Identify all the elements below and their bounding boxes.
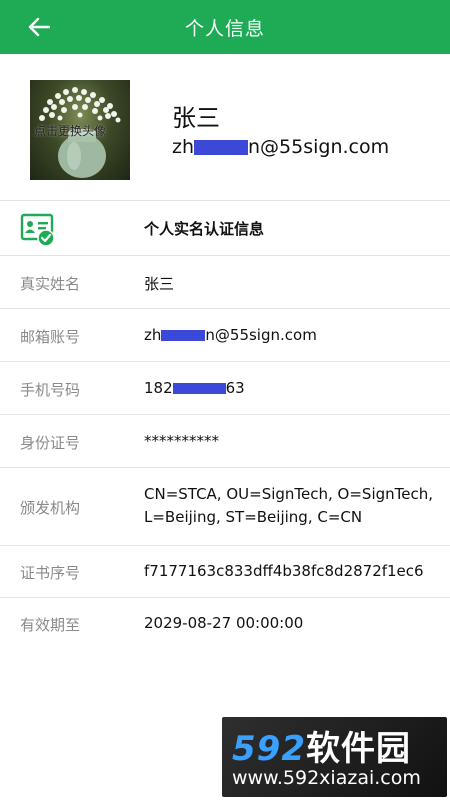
watermark-url: www.592xiazai.com <box>232 767 421 789</box>
redaction-bar <box>172 382 226 395</box>
serial-value: f7177163c833dff4b38fc8d2872f1ec6 <box>144 562 424 580</box>
watermark-brand-text: 软件园 <box>305 729 411 769</box>
back-button[interactable] <box>22 11 56 43</box>
watermark-brand: 592软件园 <box>232 721 411 770</box>
row-id-number: 身份证号 ********** <box>0 415 450 468</box>
issuer-value: CN=STCA, OU=SignTech, O=SignTech, L=Beij… <box>144 485 433 526</box>
page-title: 个人信息 <box>184 17 265 40</box>
redaction-bar <box>161 329 206 342</box>
row-expiry: 有效期至 2029-08-27 00:00:00 <box>0 598 450 650</box>
site-watermark: 592软件园 www.592xiazai.com <box>222 717 447 797</box>
real-name-label: 真实姓名 <box>20 275 81 293</box>
phone-value: 182 63 <box>144 379 245 397</box>
row-email: 邮箱账号 zh n@55sign.com <box>0 309 450 362</box>
profile-email: zh n@55sign.com <box>172 136 389 158</box>
row-phone: 手机号码 182 63 <box>0 362 450 415</box>
avatar[interactable]: 点击更换头像 <box>30 80 130 180</box>
real-name-value: 张三 <box>144 275 175 293</box>
watermark-digits: 592 <box>232 729 306 769</box>
email-value-prefix: zh <box>144 326 162 344</box>
expiry-value: 2029-08-27 00:00:00 <box>144 614 304 632</box>
avatar-caption: 点击更换头像 <box>34 124 107 138</box>
certificate-check-icon <box>20 213 55 247</box>
phone-value-suffix: 63 <box>225 379 245 397</box>
row-real-name: 真实姓名 张三 <box>0 256 450 309</box>
row-issuer: 颁发机构 CN=STCA, OU=SignTech, O=SignTech, L… <box>0 468 450 546</box>
email-suffix: n@55sign.com <box>248 136 390 158</box>
email-label: 邮箱账号 <box>20 328 81 346</box>
section-header: 个人实名认证信息 <box>0 201 450 256</box>
email-value: zh n@55sign.com <box>144 326 317 344</box>
profile-name: 张三 <box>172 104 220 132</box>
arrow-left-icon <box>28 17 50 37</box>
section-title: 个人实名认证信息 <box>144 220 265 238</box>
serial-label: 证书序号 <box>20 564 81 582</box>
email-value-suffix: n@55sign.com <box>205 326 317 344</box>
profile-card: 点击更换头像 张三 zh n@55sign.com <box>0 54 450 201</box>
issuer-label: 颁发机构 <box>20 499 81 517</box>
id-number-label: 身份证号 <box>20 434 81 452</box>
email-prefix: zh <box>172 136 195 158</box>
phone-label: 手机号码 <box>20 381 81 399</box>
phone-value-prefix: 182 <box>144 379 173 397</box>
row-serial: 证书序号 f7177163c833dff4b38fc8d2872f1ec6 <box>0 546 450 598</box>
id-number-value: ********** <box>144 432 219 450</box>
app-bar: 个人信息 <box>0 0 450 54</box>
redaction-bar <box>194 139 249 155</box>
expiry-label: 有效期至 <box>20 616 81 634</box>
